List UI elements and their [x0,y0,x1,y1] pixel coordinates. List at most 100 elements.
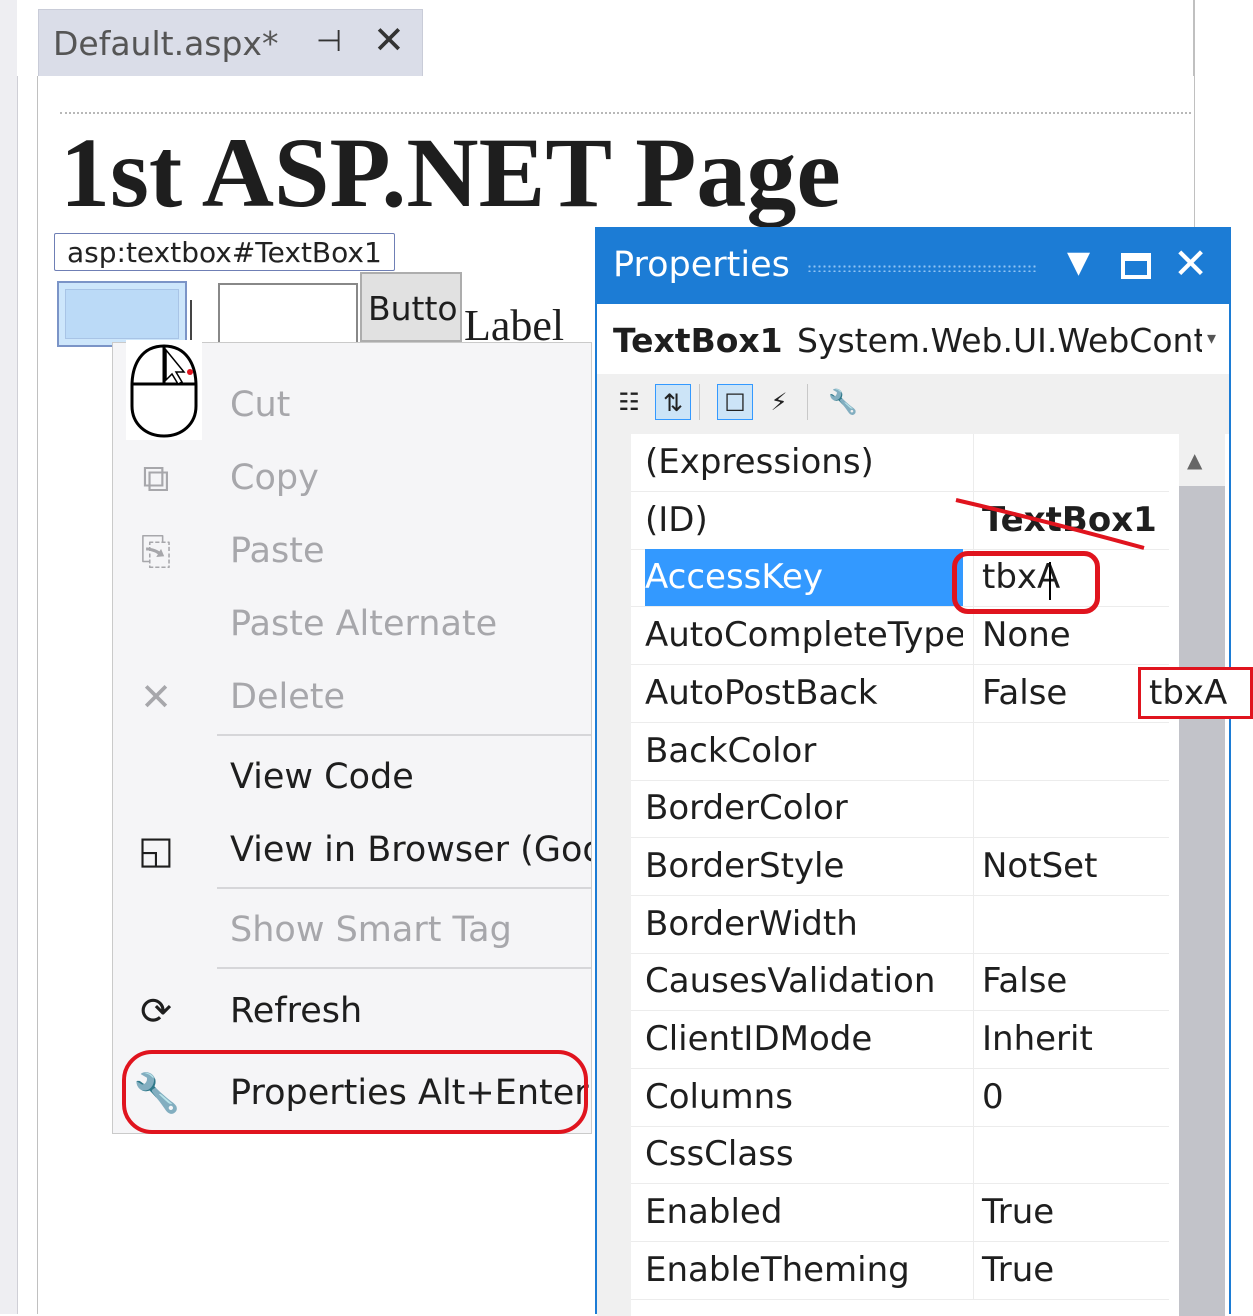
sort-alphabetical-icon[interactable]: ⇅ [655,384,691,420]
menu-item-label: Paste Alternate [230,604,498,644]
toolbar-separator [807,384,808,420]
menu-separator [217,734,591,736]
document-tab-title: Default.aspx* [53,24,279,63]
property-value[interactable]: True [973,1241,1169,1299]
property-row[interactable]: AutoCompleteType None [631,607,1169,666]
property-value[interactable] [973,434,1169,491]
property-value[interactable] [973,722,1169,780]
properties-window: Properties ▼ ✕ TextBox1 System.Web.UI.We… [595,227,1231,1316]
toolbar-separator [699,384,700,420]
property-value[interactable]: None [973,607,1169,665]
property-name: ClientIDMode [645,1019,873,1059]
menu-item-label: Copy [230,458,319,498]
object-name: TextBox1 [613,321,783,360]
delete-icon: ✕ [140,675,172,719]
properties-title: Properties [613,245,790,285]
control-tag-label: asp:textbox#TextBox1 [54,233,395,271]
maximize-icon[interactable] [1121,253,1151,279]
object-type: System.Web.UI.WebControls.TextBox [797,321,1202,360]
menu-item-view-code[interactable]: View Code [113,741,591,813]
property-row[interactable]: (Expressions) [631,434,1169,492]
properties-titlebar[interactable]: Properties ▼ ✕ [597,229,1229,304]
page-heading[interactable]: 1st ASP.NET Page [60,118,841,228]
textbox1-control[interactable] [57,281,187,347]
pin-icon[interactable]: ⊣ [316,24,342,59]
menu-item-copy[interactable]: ⧉ Copy [113,442,591,514]
menu-item-refresh[interactable]: ⟳ Refresh [113,975,591,1047]
property-name: EnableTheming [645,1249,910,1290]
mouse-icon [126,340,202,440]
properties-toolbar: ☷ ⇅ ☐ ⚡ 🔧 [597,374,1229,434]
menu-separator [217,967,591,969]
property-name: BorderWidth [645,903,858,944]
property-row[interactable]: ClientIDMode Inherit [631,1011,1169,1069]
property-name: CssClass [645,1134,794,1175]
paste-icon: ⎘ [140,529,172,573]
property-name: Enabled [645,1192,783,1233]
grid-gutter [597,434,631,1316]
textbox2-control[interactable] [218,283,358,345]
property-value[interactable]: True [973,1184,1169,1242]
scrollbar-thumb[interactable] [1179,486,1225,1316]
property-value[interactable]: False [973,953,1169,1011]
property-row[interactable]: Columns 0 [631,1068,1169,1127]
property-name: AutoCompleteType [645,615,963,656]
menu-item-label: Show Smart Tag [230,910,512,950]
form-outline [60,112,1191,115]
menu-item-label: View in Browser (Goo [230,830,592,870]
property-value[interactable]: Inherit [973,1011,1169,1068]
copy-icon: ⧉ [142,456,170,500]
dropdown-arrow-icon[interactable]: ▼ [1067,245,1090,280]
menu-item-label: Cut [230,385,291,425]
property-name: AccessKey [645,549,963,607]
property-pages-icon[interactable]: 🔧 [825,384,861,420]
property-row[interactable]: EnableTheming True [631,1241,1169,1300]
close-icon[interactable]: ✕ [1173,241,1208,287]
menu-item-label: Refresh [230,991,363,1031]
property-row[interactable]: BackColor [631,722,1169,781]
refresh-icon: ⟳ [140,989,172,1033]
chevron-down-icon[interactable]: ▾ [1207,328,1216,349]
property-value[interactable] [973,1126,1169,1184]
scroll-up-icon[interactable]: ▲ [1187,448,1202,472]
property-row[interactable]: BorderStyle NotSet [631,837,1169,896]
property-value[interactable] [973,780,1169,838]
property-name: CausesValidation [645,961,936,1002]
property-row[interactable]: BorderWidth [631,895,1169,954]
property-name: (Expressions) [645,442,874,482]
menu-item-paste[interactable]: ⎘ Paste [113,515,591,587]
accesskey-annotation-box [952,551,1100,614]
categorized-icon[interactable]: ☷ [611,384,647,420]
document-tab[interactable]: Default.aspx* ⊣ ✕ [38,9,423,76]
properties-view-icon[interactable]: ☐ [717,384,753,420]
property-row[interactable]: CssClass [631,1126,1169,1185]
menu-separator [217,887,591,889]
accesskey-preview-box: tbxA [1138,667,1253,719]
properties-annotation-oval [122,1050,588,1134]
menu-item-show-smart-tag[interactable]: Show Smart Tag [113,894,591,966]
menu-item-view-in-browser[interactable]: ◱ View in Browser (Goo [113,814,592,886]
button-control[interactable]: Button [360,272,462,342]
text-cursor [1049,562,1051,600]
property-row[interactable]: Enabled True [631,1184,1169,1243]
menu-item-delete[interactable]: ✕ Delete [113,661,591,733]
menu-item-paste-alternate[interactable]: Paste Alternate [113,588,591,660]
property-row[interactable]: CausesValidation False [631,953,1169,1012]
events-icon[interactable]: ⚡ [761,384,797,420]
property-name: AutoPostBack [645,672,878,713]
left-tool-strip [0,0,18,1314]
textbox1-selection [65,289,179,339]
property-name: BorderStyle [645,845,845,886]
resize-handle[interactable] [190,300,200,340]
property-grid: (Expressions) (ID) TextBox1 AccessKey tbxA Au… [597,434,1229,1316]
property-row[interactable]: AutoPostBack False [631,664,1169,723]
property-value[interactable] [973,895,1169,953]
menu-item-label: Delete [230,677,345,717]
object-selector[interactable]: TextBox1 System.Web.UI.WebControls.TextB… [597,304,1229,375]
close-icon[interactable]: ✕ [373,18,405,62]
property-value[interactable]: 0 [973,1068,1169,1126]
browser-icon: ◱ [138,828,174,872]
property-row[interactable]: BorderColor [631,780,1169,839]
menu-item-label: Paste [230,531,325,571]
property-value[interactable]: NotSet [973,837,1169,895]
